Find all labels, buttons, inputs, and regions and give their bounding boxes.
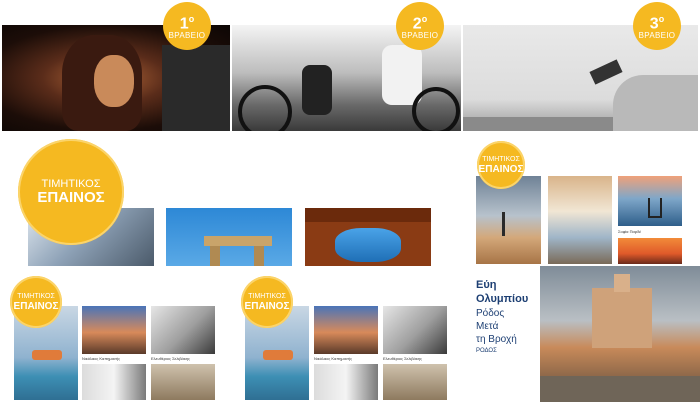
collage-mid-bw-church	[383, 306, 447, 354]
collage-mid-arches	[383, 364, 447, 400]
right-seal-line1: ΤΙΜΗΤΙΚΟΣ	[482, 155, 520, 163]
right-seal-line2: ΕΠΑΙΝΟΣ	[478, 163, 524, 175]
right-caption-chair: Σοφία Παρδέ	[618, 229, 642, 234]
honorable-photo-cave	[305, 208, 431, 266]
featured-place: ΡΟΔΟΣ	[476, 348, 497, 354]
honorable-photo-ruins	[166, 208, 292, 266]
right-photo-tree-dunes	[476, 176, 541, 264]
left-seal-line1: ΤΙΜΗΤΙΚΟΣ	[17, 292, 55, 300]
collage-mid-bw-alley	[314, 364, 378, 400]
left-seal-line2: ΕΠΑΙΝΟΣ	[13, 300, 59, 312]
collage-mid-caption-2: Ελευθέριος Σελιβάκης	[383, 356, 422, 361]
right-photo-courtyard	[548, 176, 612, 264]
honorable-mention-seal-right: ΤΙΜΗΤΙΚΟΣ ΕΠΑΙΝΟΣ	[477, 141, 525, 189]
collage-mid-town	[314, 306, 378, 354]
collage-left-caption-1: Νικόλαος Καπημανής	[82, 356, 121, 361]
honorable-seal-line2: ΕΠΑΙΝΟΣ	[37, 189, 105, 206]
second-prize-label: ΒΡΑΒΕΙΟ	[401, 31, 439, 41]
right-photo-sunset	[618, 238, 682, 264]
collage-left-arches	[151, 364, 215, 400]
first-prize-badge: 1ο ΒΡΑΒΕΙΟ	[163, 2, 211, 50]
collage-left-bw-church	[151, 306, 215, 354]
right-photo-chair-sea	[618, 176, 682, 226]
collage-left-town	[82, 306, 146, 354]
mid-seal-line2: ΕΠΑΙΝΟΣ	[244, 300, 290, 312]
honorable-mention-seal-left: ΤΙΜΗΤΙΚΟΣ ΕΠΑΙΝΟΣ	[10, 276, 62, 328]
third-prize-label: ΒΡΑΒΕΙΟ	[638, 31, 676, 41]
first-prize-rank: 1ο	[179, 13, 195, 33]
collage-left-caption-2: Ελευθέριος Σελιβάκης	[151, 356, 190, 361]
collage-mid-caption-1: Νικόλαος Καπημανής	[314, 356, 353, 361]
second-prize-badge: 2ο ΒΡΑΒΕΙΟ	[396, 2, 444, 50]
featured-title-line-2: Μετά	[476, 321, 499, 332]
third-prize-badge: 3ο ΒΡΑΒΕΙΟ	[633, 2, 681, 50]
first-prize-label: ΒΡΑΒΕΙΟ	[168, 31, 206, 41]
featured-photo-rhodes-building	[540, 266, 700, 402]
mid-seal-line1: ΤΙΜΗΤΙΚΟΣ	[248, 292, 286, 300]
featured-title-line-1: Ρόδος	[476, 308, 505, 319]
collage-left-bw-alley	[82, 364, 146, 400]
honorable-mention-seal-large: ΤΙΜΗΤΙΚΟΣ ΕΠΑΙΝΟΣ	[18, 139, 124, 245]
featured-photographer-name: Εύη Ολυμπίου	[476, 279, 529, 305]
second-prize-rank: 2ο	[412, 13, 428, 33]
featured-title-line-3: τη Βροχή	[476, 334, 517, 345]
honorable-mention-seal-mid: ΤΙΜΗΤΙΚΟΣ ΕΠΑΙΝΟΣ	[241, 276, 293, 328]
third-prize-rank: 3ο	[649, 13, 665, 33]
